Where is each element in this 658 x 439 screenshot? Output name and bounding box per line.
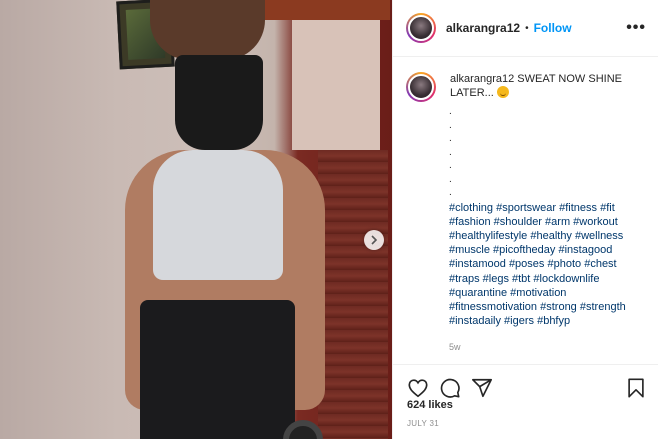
- post-header: alkarangra12 • Follow •••: [393, 0, 658, 57]
- photo-ceiling: [250, 0, 390, 20]
- post-photo[interactable]: [0, 0, 392, 439]
- hashtag-link[interactable]: #instagood: [558, 244, 612, 256]
- hashtag-link[interactable]: #instamood: [449, 258, 506, 270]
- hashtag-link[interactable]: #legs: [483, 273, 509, 285]
- hashtag-link[interactable]: #instadaily: [449, 315, 501, 327]
- hashtag-link[interactable]: #muscle: [449, 244, 490, 256]
- caption-dots: .......: [449, 105, 647, 200]
- hashtag-list: #clothing #sportswear #fitness #fit #fas…: [449, 201, 649, 329]
- share-icon: [472, 378, 492, 398]
- hashtag-link[interactable]: #traps: [449, 273, 480, 285]
- hashtag-link[interactable]: #igers: [504, 315, 534, 327]
- photo-hair: [150, 0, 265, 60]
- username-link[interactable]: alkarangra12: [446, 21, 520, 35]
- hashtag-link[interactable]: #tbt: [512, 273, 530, 285]
- follow-button[interactable]: Follow: [534, 21, 572, 35]
- caption-username[interactable]: alkarangra12: [450, 73, 514, 85]
- hashtag-link[interactable]: #chest: [584, 258, 616, 270]
- comment-button[interactable]: [439, 377, 461, 399]
- hashtag-link[interactable]: #quarantine: [449, 287, 507, 299]
- caption-avatar[interactable]: [406, 72, 436, 102]
- hashtag-link[interactable]: #motivation: [510, 287, 566, 299]
- hashtag-link[interactable]: #strength: [580, 301, 626, 313]
- chevron-right-icon: [371, 235, 378, 245]
- likes-count[interactable]: 624 likes: [407, 399, 453, 411]
- photo-tank-top: [153, 150, 283, 280]
- caption-dot: .: [449, 187, 452, 198]
- next-photo-button[interactable]: [364, 230, 384, 250]
- hashtag-link[interactable]: #poses: [509, 258, 544, 270]
- hashtag-link[interactable]: #bhfyp: [537, 315, 570, 327]
- photo-wall: [292, 0, 380, 150]
- post-date: JULY 31: [407, 419, 440, 428]
- hashtag-link[interactable]: #picoftheday: [493, 244, 555, 256]
- caption-dot: .: [449, 106, 452, 117]
- hashtag-link[interactable]: #fashion: [449, 216, 491, 228]
- smile-emoji-icon: [496, 86, 509, 98]
- post-age: 5w: [449, 342, 461, 353]
- hashtag-link[interactable]: #fitnessmotivation: [449, 301, 537, 313]
- hashtag-link[interactable]: #shoulder: [494, 216, 542, 228]
- hashtag-link[interactable]: #lockdownlife: [533, 273, 599, 285]
- hashtag-link[interactable]: #fit: [600, 202, 615, 214]
- share-button[interactable]: [471, 377, 493, 399]
- more-options-icon[interactable]: •••: [626, 19, 646, 37]
- save-button[interactable]: [625, 377, 647, 399]
- caption-dot: .: [449, 119, 452, 131]
- caption-text: alkarangra12 SWEAT NOW SHINE LATER...: [450, 72, 647, 102]
- hashtag-link[interactable]: #strong: [540, 301, 577, 313]
- photo-pants: [140, 300, 295, 439]
- hashtag-link[interactable]: #photo: [547, 258, 581, 270]
- heart-icon: [408, 379, 428, 398]
- caption-dot: .: [449, 133, 452, 144]
- bookmark-icon: [628, 378, 644, 398]
- hashtag-link[interactable]: #workout: [573, 216, 618, 228]
- hashtag-link[interactable]: #wellness: [575, 230, 623, 242]
- hashtag-link[interactable]: #sportswear: [496, 202, 556, 214]
- caption-area: alkarangra12 SWEAT NOW SHINE LATER... ..…: [393, 58, 658, 364]
- avatar[interactable]: [406, 13, 436, 43]
- hashtag-link[interactable]: #healthylifestyle: [449, 230, 527, 242]
- caption-dot: .: [449, 146, 452, 158]
- post-sidebar: alkarangra12 • Follow ••• alkarangra12 S…: [392, 0, 658, 439]
- action-bar: [393, 364, 658, 404]
- hashtag-link[interactable]: #arm: [545, 216, 570, 228]
- photo-visor-cap: [175, 55, 263, 150]
- caption-dot: .: [449, 160, 452, 171]
- comment-icon: [440, 378, 460, 398]
- hashtag-link[interactable]: #healthy: [530, 230, 572, 242]
- hashtag-link[interactable]: #clothing: [449, 202, 493, 214]
- like-button[interactable]: [407, 377, 429, 399]
- hashtag-link[interactable]: #fitness: [559, 202, 597, 214]
- caption-dot: .: [449, 173, 452, 185]
- photo-door: [318, 150, 388, 439]
- separator-dot: •: [525, 22, 529, 34]
